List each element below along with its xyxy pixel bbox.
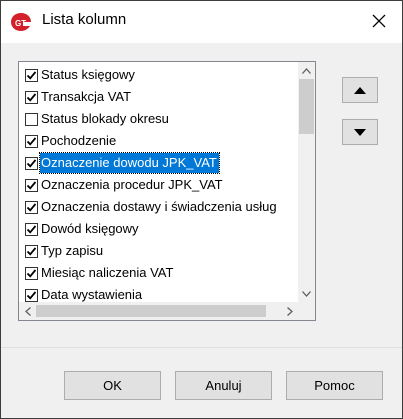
close-icon — [372, 14, 386, 31]
list-item[interactable]: Oznaczenia procedur JPK_VAT — [21, 174, 298, 196]
title-bar: GT Lista kolumn — [1, 1, 402, 43]
cancel-button[interactable]: Anuluj — [175, 371, 272, 400]
horizontal-scrollbar[interactable] — [19, 302, 298, 320]
window-title: Lista kolumn — [42, 11, 127, 28]
list-item-label: Miesiąc naliczenia VAT — [41, 265, 174, 280]
checkbox-checked-icon[interactable] — [25, 266, 38, 280]
triangle-down-icon — [354, 125, 366, 139]
checkbox-checked-icon[interactable] — [25, 90, 38, 104]
list-item[interactable]: Oznaczenie dowodu JPK_VAT — [21, 152, 298, 174]
list-item-label: Status blokady okresu — [41, 111, 169, 126]
horizontal-scroll-thumb[interactable] — [36, 305, 266, 317]
dialog-window: GT Lista kolumn Status księgowy Transakcj… — [0, 0, 403, 419]
list-item-label: Dowód księgowy — [41, 221, 139, 236]
list-item[interactable]: Transakcja VAT — [21, 86, 298, 108]
move-down-button[interactable] — [342, 119, 378, 145]
checkbox-checked-icon[interactable] — [25, 134, 38, 148]
gt-logo-icon: GT — [10, 12, 32, 32]
scrollbar-corner — [298, 302, 315, 320]
list-item[interactable]: Oznaczenia dostawy i świadczenia usług — [21, 196, 298, 218]
list-item-label: Oznaczenia procedur JPK_VAT — [41, 177, 223, 192]
list-item[interactable]: Miesiąc naliczenia VAT — [21, 262, 298, 284]
list-item[interactable]: Status blokady okresu — [21, 108, 298, 130]
scroll-down-arrow-icon[interactable] — [298, 285, 315, 302]
checkbox-checked-icon[interactable] — [25, 288, 38, 302]
scroll-left-arrow-icon[interactable] — [19, 302, 36, 320]
column-list[interactable]: Status księgowy Transakcja VAT Status blok… — [18, 61, 316, 321]
checkbox-checked-icon[interactable] — [25, 68, 38, 82]
list-item-label: Status księgowy — [41, 67, 135, 82]
list-item[interactable]: Pochodzenie — [21, 130, 298, 152]
checkbox-unchecked-icon[interactable] — [25, 112, 38, 126]
scroll-up-arrow-icon[interactable] — [298, 62, 315, 79]
ok-button[interactable]: OK — [64, 371, 161, 400]
checkbox-checked-icon[interactable] — [25, 200, 38, 214]
list-item-label: Transakcja VAT — [41, 89, 132, 104]
list-item[interactable]: Data wystawienia — [21, 284, 298, 302]
close-button[interactable] — [356, 1, 402, 43]
checkbox-checked-icon[interactable] — [25, 244, 38, 258]
vertical-scroll-thumb[interactable] — [299, 79, 314, 134]
help-button[interactable]: Pomoc — [286, 371, 383, 400]
list-item-label: Oznaczenia dostawy i świadczenia usług — [41, 199, 277, 214]
scroll-right-arrow-icon[interactable] — [281, 302, 298, 320]
column-list-rows: Status księgowy Transakcja VAT Status blok… — [19, 62, 298, 302]
list-item-label: Data wystawienia — [41, 287, 143, 302]
list-item-label: Oznaczenie dowodu JPK_VAT — [39, 152, 220, 174]
list-item[interactable]: Status księgowy — [21, 64, 298, 86]
list-item-label: Typ zapisu — [41, 243, 104, 258]
svg-text:GT: GT — [15, 19, 26, 28]
list-item[interactable]: Dowód księgowy — [21, 218, 298, 240]
list-item[interactable]: Typ zapisu — [21, 240, 298, 262]
move-up-button[interactable] — [342, 77, 378, 103]
checkbox-checked-icon[interactable] — [25, 156, 38, 170]
checkbox-checked-icon[interactable] — [25, 178, 38, 192]
checkbox-checked-icon[interactable] — [25, 222, 38, 236]
vertical-scrollbar[interactable] — [298, 62, 315, 302]
triangle-up-icon — [354, 83, 366, 97]
list-item-label: Pochodzenie — [41, 133, 117, 148]
